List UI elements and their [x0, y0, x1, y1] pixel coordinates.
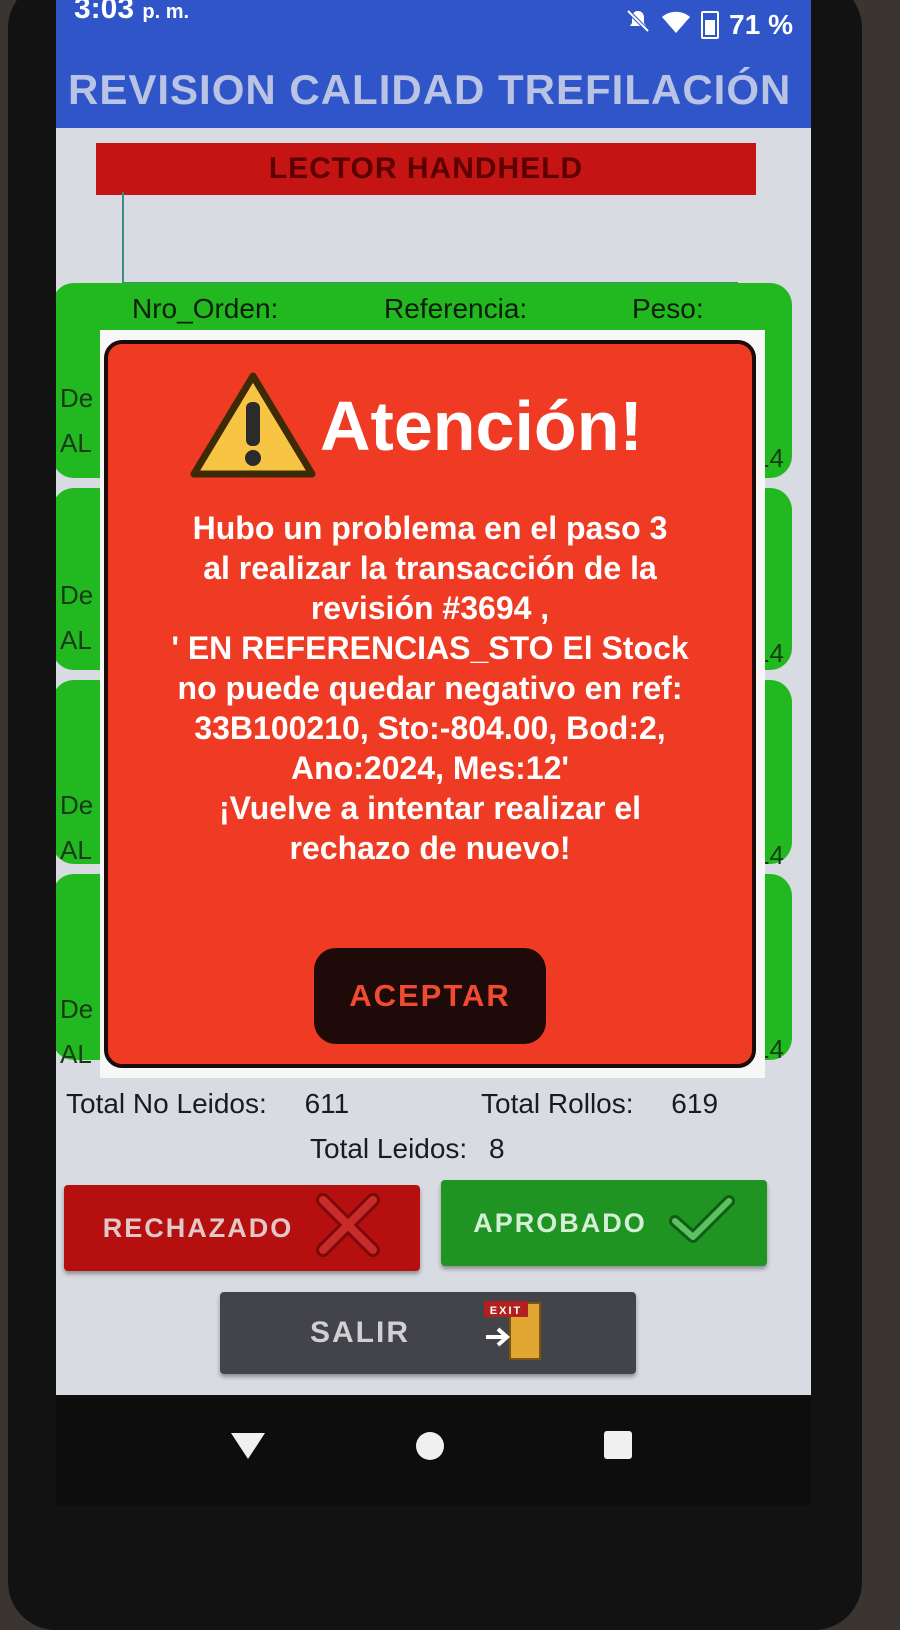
lector-label: LECTOR HANDHELD [268, 152, 584, 185]
back-icon[interactable] [231, 1433, 265, 1459]
total-no-leidos: Total No Leidos: 611 [66, 1088, 349, 1120]
status-icons: 71 % [625, 8, 793, 41]
total-rollos-value: 619 [671, 1088, 719, 1119]
salir-button[interactable]: SALIR EXIT [220, 1292, 636, 1374]
attention-dialog: Atención! Hubo un problema en el paso 3 … [104, 340, 756, 1068]
dialog-message-line: rechazo de nuevo! [289, 830, 571, 866]
dialog-message-line: 33B100210, Sto:-804.00, Bod:2, [194, 710, 666, 746]
header-peso: Peso: [632, 293, 704, 324]
app-title: REVISION CALIDAD TREFILACIÓN [68, 66, 792, 113]
dialog-title: Atención! [320, 387, 643, 465]
wifi-icon [661, 9, 691, 41]
warning-icon [188, 370, 318, 487]
dialog-message-line: Hubo un problema en el paso 3 [192, 510, 668, 546]
total-no-leidos-label: Total No Leidos: [66, 1088, 267, 1119]
dialog-header: Atención! [188, 370, 748, 490]
dialog-message-line: Ano:2024, Mes:12' [291, 750, 569, 786]
home-icon[interactable] [416, 1432, 444, 1460]
mute-icon [625, 8, 651, 41]
status-time-suffix: p. m. [142, 1, 190, 23]
total-no-leidos-value: 611 [304, 1088, 350, 1119]
total-leidos-value: 8 [489, 1133, 505, 1164]
salir-label: SALIR [310, 1316, 410, 1349]
card-desc-value: AL [60, 625, 92, 655]
status-time: 3:03 p. m. [74, 0, 189, 26]
card-desc-value: AL [60, 428, 92, 458]
close-icon [315, 1192, 381, 1265]
android-nav-bar [56, 1395, 811, 1505]
battery-percent: 71 % [729, 8, 793, 40]
dialog-message-line: ¡Vuelve a intentar realizar el [218, 790, 642, 826]
dialog-message: Hubo un problema en el paso 3 al realiza… [120, 508, 740, 868]
card-desc-label: De [60, 580, 94, 610]
lector-handheld-bar: LECTOR HANDHELD [96, 143, 756, 195]
card-desc-value: AL [60, 1039, 92, 1069]
aprobado-button[interactable]: APROBADO [441, 1180, 767, 1266]
card-desc-label: De [60, 383, 94, 413]
status-bar: 3:03 p. m. 71 % [56, 0, 811, 48]
dialog-message-line: al realizar la transacción de la [203, 550, 657, 586]
rechazado-button[interactable]: RECHAZADO [64, 1185, 420, 1271]
scan-input[interactable] [122, 192, 738, 284]
total-leidos-label: Total Leidos: [310, 1133, 468, 1164]
total-rollos-label: Total Rollos: [481, 1088, 634, 1119]
exit-door-icon: EXIT [480, 1297, 546, 1369]
app-bar: REVISION CALIDAD TREFILACIÓN [56, 48, 811, 128]
recent-apps-icon[interactable] [604, 1431, 632, 1459]
battery-icon [701, 10, 720, 39]
card-desc-value: AL [60, 835, 92, 865]
header-referencia: Referencia: [384, 293, 528, 324]
rechazado-label: RECHAZADO [102, 1212, 294, 1243]
header-nro-orden: Nro_Orden: [132, 293, 279, 324]
card-desc-label: De [60, 994, 94, 1024]
card-desc-label: De [60, 790, 94, 820]
aceptar-button[interactable]: ACEPTAR [314, 948, 546, 1044]
status-time-value: 3:03 [74, 0, 135, 25]
dialog-message-line: ' EN REFERENCIAS_STO El Stock [171, 630, 689, 666]
checkmark-icon [668, 1194, 735, 1252]
aprobado-label: APROBADO [473, 1207, 647, 1238]
aceptar-label: ACEPTAR [349, 978, 511, 1013]
total-rollos: Total Rollos: 619 [481, 1088, 718, 1120]
dialog-message-line: no puede quedar negativo en ref: [177, 670, 683, 706]
exit-sign-text: EXIT [490, 1305, 522, 1317]
dialog-message-line: revisión #3694 , [310, 590, 550, 626]
total-leidos: Total Leidos: 8 [310, 1133, 505, 1165]
